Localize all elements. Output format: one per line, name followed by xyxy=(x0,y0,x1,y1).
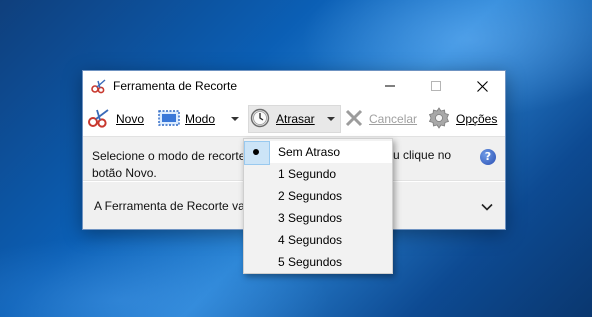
menu-item-5-segundos[interactable]: 5 Segundos xyxy=(244,251,392,273)
novo-label: Novo xyxy=(116,112,145,126)
modo-dropdown-arrow[interactable] xyxy=(231,102,239,136)
novo-button[interactable]: Novo xyxy=(87,102,144,136)
minimize-button[interactable] xyxy=(367,71,413,101)
opcoes-button[interactable]: Opções xyxy=(428,102,497,136)
menu-item-1-segundo[interactable]: 1 Segundo xyxy=(244,163,392,185)
instructions-line-1-end: u clique no xyxy=(393,148,452,162)
delay-dropdown-menu: Sem Atraso 1 Segundo 2 Segundos 3 Segund… xyxy=(243,138,393,274)
gear-icon xyxy=(428,106,450,132)
x-icon xyxy=(345,109,363,130)
close-button[interactable] xyxy=(459,71,505,101)
atrasar-button[interactable]: Atrasar xyxy=(250,102,315,136)
chevron-down-icon[interactable] xyxy=(481,201,493,211)
scissors-icon xyxy=(91,78,109,94)
atrasar-dropdown-arrow[interactable] xyxy=(327,102,335,136)
help-icon[interactable]: ? xyxy=(480,149,496,165)
maximize-button xyxy=(413,71,459,101)
menu-item-label: 5 Segundos xyxy=(278,255,343,269)
cancelar-label: Cancelar xyxy=(369,112,418,126)
window-title: Ferramenta de Recorte xyxy=(113,79,238,93)
clock-icon xyxy=(250,108,270,131)
menu-item-label: 1 Segundo xyxy=(278,167,337,181)
notice-text: A Ferramenta de Recorte vai xyxy=(94,199,248,213)
menu-item-label: Sem Atraso xyxy=(278,145,341,159)
chevron-down-icon xyxy=(231,117,239,121)
modo-button[interactable]: Modo xyxy=(158,102,215,136)
toolbar: Novo Modo Atrasar Cancelar Opções xyxy=(83,102,505,136)
title-bar: Ferramenta de Recorte xyxy=(83,71,505,101)
instructions-text: Selecione o modo de recorte botão Novo. xyxy=(92,148,245,182)
chevron-down-icon xyxy=(327,117,335,121)
instructions-line-1: Selecione o modo de recorte xyxy=(92,149,246,163)
menu-item-label: 4 Segundos xyxy=(278,233,343,247)
menu-item-2-segundos[interactable]: 2 Segundos xyxy=(244,185,392,207)
cancelar-button: Cancelar xyxy=(345,102,417,136)
modo-label: Modo xyxy=(185,112,216,126)
menu-item-4-segundos[interactable]: 4 Segundos xyxy=(244,229,392,251)
atrasar-label: Atrasar xyxy=(276,112,315,126)
menu-item-label: 3 Segundos xyxy=(278,211,343,225)
instructions-line-2: botão Novo. xyxy=(92,166,157,180)
selected-bullet-icon xyxy=(253,149,259,155)
scissors-icon xyxy=(87,107,113,132)
menu-item-label: 2 Segundos xyxy=(278,189,343,203)
opcoes-label: Opções xyxy=(456,112,498,126)
rectangle-snip-icon xyxy=(158,109,180,129)
menu-item-sem-atraso[interactable]: Sem Atraso xyxy=(244,141,392,165)
menu-item-3-segundos[interactable]: 3 Segundos xyxy=(244,207,392,229)
